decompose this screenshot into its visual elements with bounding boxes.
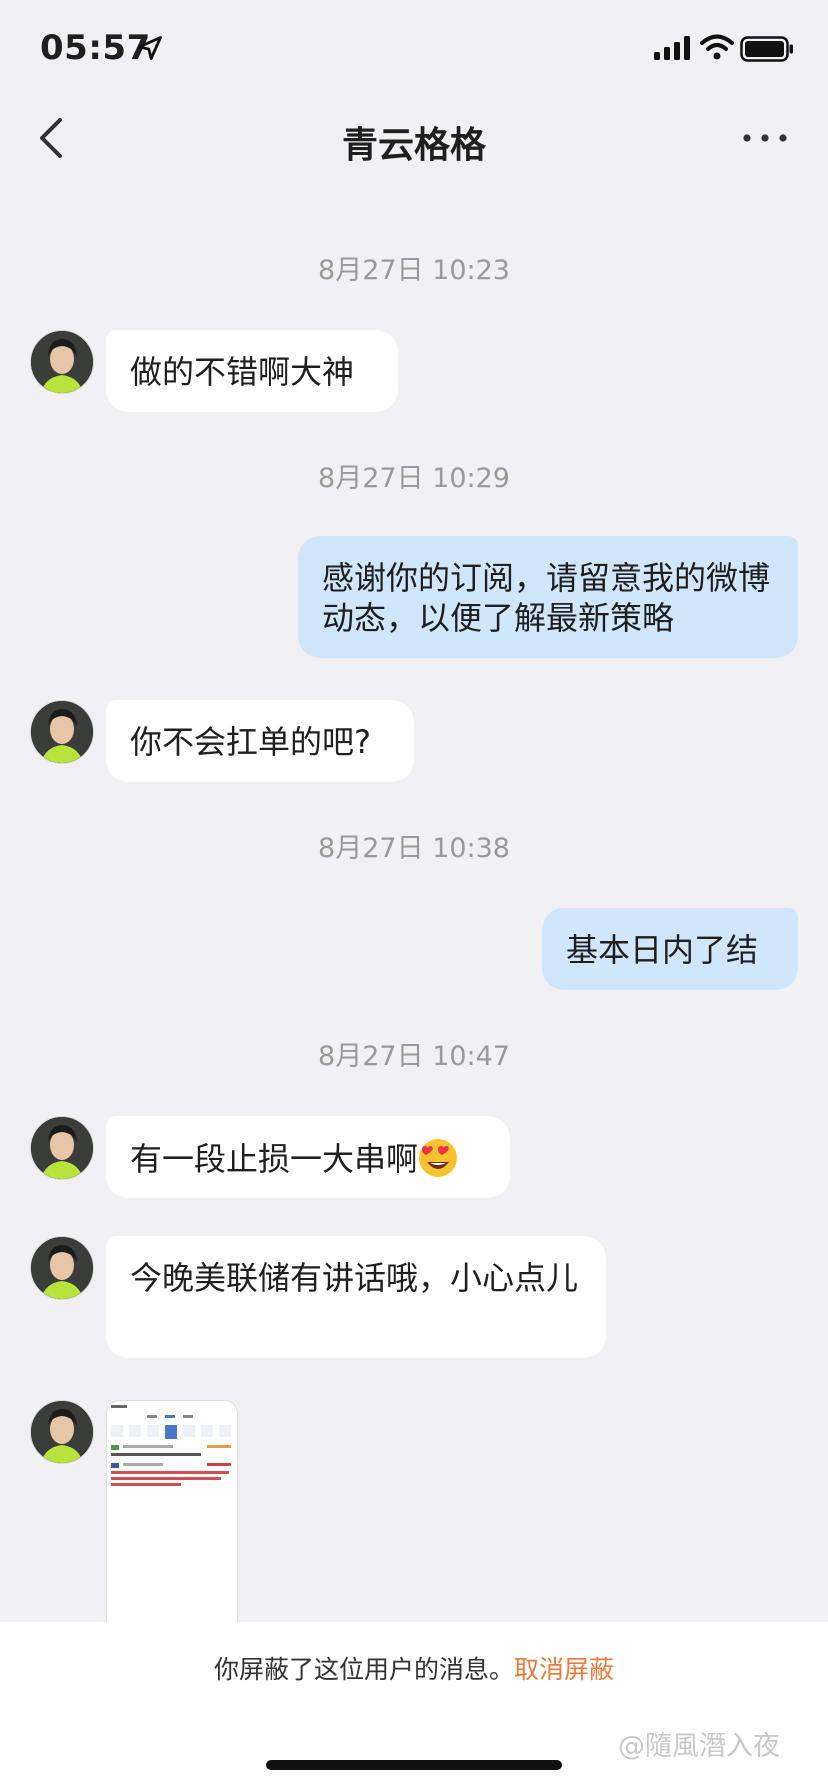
message-timestamp: 8月27日 10:38 (318, 833, 510, 864)
message-text: 今晚美联储有讲话哦，小心点儿 (130, 1259, 579, 1297)
more-icon[interactable] (742, 128, 788, 148)
avatar[interactable] (30, 330, 94, 394)
avatar-image (31, 701, 93, 763)
incoming-message[interactable]: 做的不错啊大神 (106, 330, 398, 412)
incoming-message[interactable]: 今晚美联储有讲话哦，小心点儿 (106, 1236, 606, 1358)
wifi-icon (700, 34, 734, 60)
location-arrow-icon (138, 36, 162, 60)
avatar-image (31, 1237, 93, 1299)
message-timestamp: 8月27日 10:23 (318, 255, 510, 286)
message-timestamp: 8月27日 10:29 (318, 463, 510, 494)
incoming-message[interactable]: 你不会扛单的吧? (106, 700, 414, 782)
message-text: 做的不错啊大神 (130, 353, 355, 391)
home-indicator[interactable] (266, 1760, 562, 1770)
blocked-notice: 你屏蔽了这位用户的消息。取消屏蔽 (0, 1650, 828, 1686)
avatar[interactable] (30, 1400, 94, 1464)
message-text: 有一段止损一大串啊 (130, 1140, 419, 1178)
page-title: 青云格格 (341, 125, 486, 166)
heart-eyes-emoji-icon (419, 1139, 458, 1177)
incoming-message[interactable]: 有一段止损一大串啊 (106, 1116, 510, 1198)
message-text: 基本日内了结 (566, 931, 759, 969)
message-timestamp: 8月27日 10:47 (318, 1041, 510, 1072)
avatar-image (31, 1401, 93, 1463)
avatar-image (31, 331, 93, 393)
status-time: 05:57 (40, 28, 151, 68)
outgoing-message[interactable]: 基本日内了结 (542, 908, 798, 990)
blocked-notice-text: 你屏蔽了这位用户的消息。 (213, 1655, 514, 1684)
message-text: 感谢你的订阅，请留意我的微博动态，以便了解最新策略 (322, 559, 771, 637)
message-text: 你不会扛单的吧? (130, 723, 371, 761)
unblock-button[interactable]: 取消屏蔽 (514, 1655, 614, 1684)
avatar[interactable] (30, 700, 94, 764)
avatar[interactable] (30, 1236, 94, 1300)
battery-icon (740, 36, 793, 62)
image-message[interactable] (106, 1400, 238, 1624)
avatar[interactable] (30, 1116, 94, 1180)
signal-icon (654, 36, 690, 60)
outgoing-message[interactable]: 感谢你的订阅，请留意我的微博动态，以便了解最新策略 (298, 536, 798, 658)
avatar-image (31, 1117, 93, 1179)
watermark: @隨風潛入夜 (618, 1731, 780, 1762)
screenshot-thumbnail (107, 1401, 237, 1623)
